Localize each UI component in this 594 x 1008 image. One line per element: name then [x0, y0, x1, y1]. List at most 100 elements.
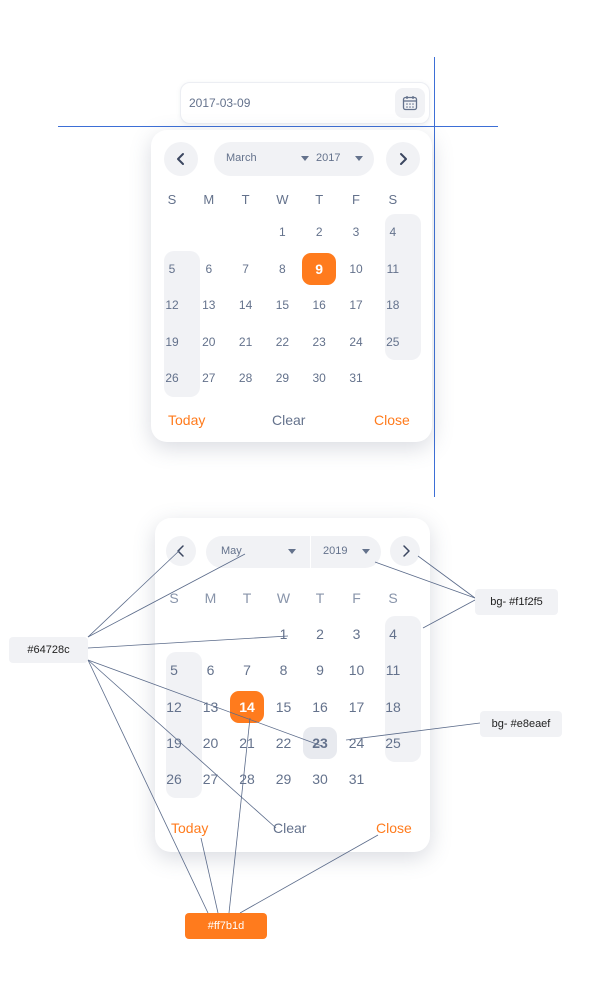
day-cell[interactable]: 17	[339, 289, 373, 321]
calendar-toggle-button[interactable]	[395, 88, 425, 118]
date-input[interactable]: 2017-03-09	[180, 82, 430, 124]
day-cell[interactable]: 21	[230, 727, 264, 759]
day-cell[interactable]: 17	[340, 691, 374, 723]
day-cell[interactable]: 19	[157, 727, 191, 759]
day-cell[interactable]: 3	[340, 618, 374, 650]
day-cell[interactable]: 18	[376, 691, 410, 723]
day-cell[interactable]: 30	[303, 763, 337, 795]
weekday-label: F	[352, 192, 360, 207]
datepicker-popup-march: March 2017 SMTWTFS 1 2 3 4 5 6 7 8 9 10 11 12 13 14 15…	[151, 130, 432, 442]
day-cell[interactable]: 10	[339, 253, 373, 285]
day-cell[interactable]: 3	[339, 216, 373, 248]
weekday-label: S	[167, 192, 177, 207]
day-cell[interactable]: 14	[229, 289, 263, 321]
day-cell[interactable]: 26	[155, 362, 189, 394]
day-cell[interactable]: 27	[194, 763, 228, 795]
year-selector[interactable]: 2019	[311, 536, 381, 568]
day-cell[interactable]: 4	[376, 618, 410, 650]
weekday-label: T	[315, 192, 324, 207]
day-cell[interactable]: 18	[376, 289, 410, 321]
day-cell[interactable]: 12	[155, 289, 189, 321]
day-cell[interactable]: 1	[267, 618, 301, 650]
month-year-selector: March 2017	[214, 142, 374, 176]
day-cell[interactable]: 28	[229, 362, 263, 394]
today-button[interactable]: Today	[171, 820, 208, 836]
day-cell[interactable]: 5	[155, 253, 189, 285]
month-selector[interactable]: May	[206, 536, 310, 568]
weekday-label: T	[241, 192, 250, 207]
day-cell[interactable]: 6	[194, 654, 228, 686]
today-button[interactable]: Today	[168, 412, 205, 428]
day-cell-hovered[interactable]: 23	[303, 726, 337, 759]
day-cell[interactable]: 15	[267, 691, 301, 723]
day-cell[interactable]: 6	[192, 253, 226, 285]
year-select: 2019	[323, 545, 348, 557]
day-cell[interactable]: 8	[267, 654, 301, 686]
day-cell[interactable]: 22	[265, 326, 299, 358]
day-cell[interactable]: 13	[194, 691, 228, 723]
next-month-button[interactable]	[390, 536, 420, 566]
clear-button[interactable]: Clear	[273, 820, 306, 836]
day-cell[interactable]: 29	[267, 763, 301, 795]
day-cell[interactable]: 8	[265, 253, 299, 285]
prev-month-button[interactable]	[166, 536, 196, 566]
day-cell[interactable]: 11	[376, 654, 410, 686]
day-cell[interactable]: 29	[265, 362, 299, 394]
day-cell[interactable]: 1	[265, 216, 299, 248]
day-cell[interactable]: 12	[157, 691, 191, 723]
day-cell[interactable]: 11	[376, 253, 410, 285]
chevron-left-icon	[177, 545, 184, 557]
day-cell[interactable]: 2	[303, 618, 337, 650]
next-month-button[interactable]	[386, 142, 420, 176]
day-cell[interactable]: 24	[340, 727, 374, 759]
day-cell[interactable]: 23	[302, 326, 336, 358]
day-cell[interactable]: 2	[302, 216, 336, 248]
day-cell[interactable]: 20	[194, 727, 228, 759]
day-cell[interactable]: 22	[267, 727, 301, 759]
day-cell[interactable]: 9	[303, 654, 337, 686]
year-select[interactable]: 2017	[316, 152, 340, 164]
day-cell[interactable]: 20	[192, 326, 226, 358]
day-cell[interactable]: 24	[339, 326, 373, 358]
weekday-label: M	[204, 590, 217, 606]
day-cell[interactable]: 16	[303, 691, 337, 723]
accent-color-annotation: #ff7b1d	[185, 913, 267, 939]
date-input-value: 2017-03-09	[189, 96, 251, 110]
month-select[interactable]: March	[226, 152, 257, 164]
month-caret-icon	[301, 156, 309, 161]
day-cell[interactable]: 10	[340, 654, 374, 686]
day-cell[interactable]: 5	[157, 654, 191, 686]
text-color-annotation: #64728c	[9, 637, 88, 663]
close-button[interactable]: Close	[376, 820, 412, 836]
day-cell-selected[interactable]: 14	[230, 690, 264, 723]
chevron-right-icon	[400, 153, 407, 165]
day-cell[interactable]: 30	[302, 362, 336, 394]
day-cell[interactable]: 7	[230, 654, 264, 686]
weekday-label: T	[315, 590, 325, 606]
chevron-left-icon	[177, 153, 184, 165]
day-cell[interactable]: 19	[155, 326, 189, 358]
day-cell[interactable]: 15	[265, 289, 299, 321]
day-cell[interactable]: 27	[192, 362, 226, 394]
weekday-label: S	[388, 590, 398, 606]
weekday-label: M	[203, 192, 215, 207]
day-cell[interactable]: 13	[192, 289, 226, 321]
day-cell-selected[interactable]: 9	[302, 252, 337, 285]
clear-button[interactable]: Clear	[272, 412, 305, 428]
day-cell[interactable]: 4	[376, 216, 410, 248]
day-cell[interactable]: 31	[340, 763, 374, 795]
day-cell[interactable]: 31	[339, 362, 373, 394]
weekday-label: F	[352, 590, 361, 606]
day-cell[interactable]: 25	[376, 727, 410, 759]
day-cell[interactable]: 25	[376, 326, 410, 358]
day-cell[interactable]: 16	[302, 289, 336, 321]
day-cell[interactable]: 21	[229, 326, 263, 358]
day-cell[interactable]: 26	[157, 763, 191, 795]
year-caret-icon	[362, 549, 370, 554]
weekday-label: S	[169, 590, 179, 606]
prev-month-button[interactable]	[164, 142, 198, 176]
day-cell[interactable]: 7	[229, 253, 263, 285]
month-select: May	[221, 545, 242, 557]
day-cell[interactable]: 28	[230, 763, 264, 795]
close-button[interactable]: Close	[374, 412, 410, 428]
